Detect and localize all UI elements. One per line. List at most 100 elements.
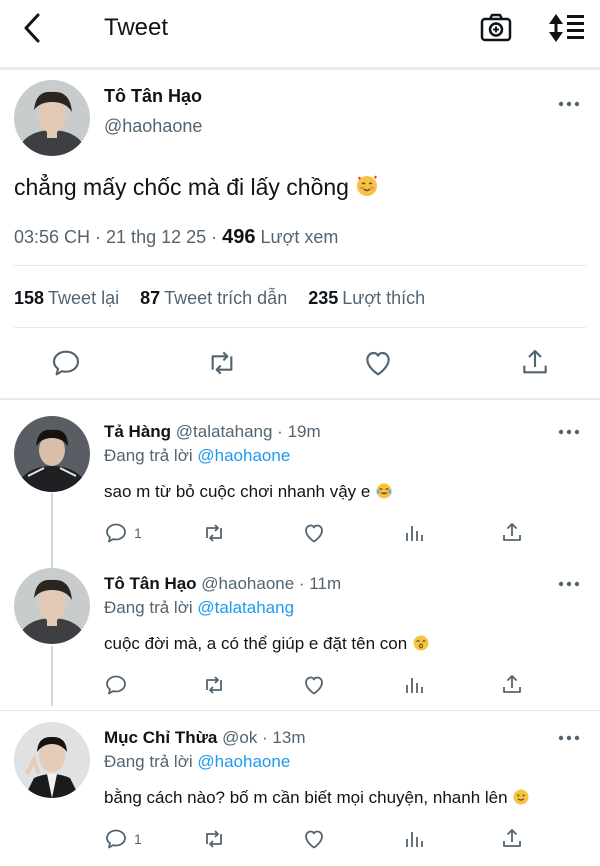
more-icon	[558, 101, 580, 107]
reply-button[interactable]: 1	[104, 826, 142, 852]
replying-to-label: Đang trả lời	[104, 446, 193, 465]
reply-text: sao m từ bỏ cuộc chơi nhanh vậy e	[104, 482, 393, 505]
heart-icon	[305, 676, 323, 695]
quotes-label[interactable]: Tweet trích dẫn	[164, 288, 287, 308]
reply-text: cuộc đời mà, a có thể giúp e đặt tên con	[104, 634, 430, 657]
reply-text-content: bằng cách nào? bố m cần biết mọi chuyện,…	[104, 788, 508, 807]
reply-text-content: cuộc đời mà, a có thể giúp e đặt tên con	[104, 634, 408, 653]
more-icon	[558, 735, 580, 741]
reply-count: 1	[134, 525, 142, 541]
like-button[interactable]	[302, 520, 326, 546]
retweet-icon	[211, 351, 233, 375]
camera-icon	[480, 13, 512, 42]
analytics-button[interactable]	[402, 672, 426, 698]
retweet-icon	[206, 676, 222, 694]
reply-author-name[interactable]: Tả Hàng	[104, 422, 171, 441]
more-button[interactable]	[558, 99, 580, 109]
retweet-button[interactable]	[202, 520, 226, 546]
author-name[interactable]: Tô Tân Hạo	[104, 86, 202, 107]
replying-to-link[interactable]: @talatahang	[197, 598, 294, 617]
likes-count[interactable]: 235	[308, 288, 338, 308]
smiling-face-with-hearts-icon	[355, 174, 379, 204]
reply-author-name[interactable]: Mục Chỉ Thừa	[104, 728, 217, 747]
replying-to: Đang trả lời @haohaone	[104, 752, 290, 772]
main-tweet: Tô Tân Hạo @haohaone chẳng mấy chốc mà đ…	[0, 70, 600, 398]
analytics-button[interactable]	[402, 826, 426, 852]
views-label: Lượt xem	[260, 227, 339, 247]
like-button[interactable]	[362, 347, 394, 379]
share-icon	[523, 349, 547, 374]
avatar[interactable]	[14, 568, 90, 644]
tweet-text-content: chẳng mấy chốc mà đi lấy chồng	[14, 174, 349, 200]
retweet-button[interactable]	[202, 826, 226, 852]
retweet-button[interactable]	[202, 672, 226, 698]
avatar[interactable]	[14, 722, 90, 798]
reply-header: Tô Tân Hạo @haohaone · 11m	[104, 574, 341, 594]
like-button[interactable]	[302, 672, 326, 698]
reply-text-content: sao m từ bỏ cuộc chơi nhanh vậy e	[104, 482, 371, 501]
tweet-time: 03:56 CH · 21 thg 12 25 ·	[14, 227, 218, 247]
avatar[interactable]	[14, 416, 90, 492]
reply-author-meta[interactable]: @talatahang · 19m	[176, 422, 321, 441]
replying-to: Đang trả lời @talatahang	[104, 598, 294, 618]
heart-icon	[305, 830, 323, 849]
reply-author-meta[interactable]: @haohaone · 11m	[201, 574, 341, 593]
quotes-count[interactable]: 87	[140, 288, 160, 308]
reply-icon	[106, 523, 126, 543]
replying-to-link[interactable]: @haohaone	[197, 446, 290, 465]
share-button[interactable]	[500, 672, 524, 698]
more-button[interactable]	[558, 733, 580, 743]
reply-button[interactable]: 1	[104, 520, 142, 546]
share-button[interactable]	[519, 347, 551, 379]
share-icon	[503, 675, 521, 693]
reply-button[interactable]	[104, 672, 134, 698]
page-title: Tweet	[104, 14, 169, 41]
share-icon	[503, 829, 521, 847]
avatar[interactable]	[14, 80, 90, 156]
more-icon	[558, 581, 580, 587]
likes-label[interactable]: Lượt thích	[342, 288, 425, 308]
retweets-label[interactable]: Tweet lại	[48, 288, 119, 308]
reply-icon	[106, 675, 126, 695]
like-button[interactable]	[302, 826, 326, 852]
views-count: 496	[222, 226, 256, 248]
more-button[interactable]	[558, 579, 580, 589]
replying-to: Đang trả lời @haohaone	[104, 446, 290, 466]
analytics-button[interactable]	[402, 520, 426, 546]
slightly-smiling-face-icon	[512, 788, 530, 811]
retweet-icon	[206, 830, 222, 848]
kissing-face-icon	[412, 634, 430, 657]
share-button[interactable]	[500, 520, 524, 546]
reply-count: 1	[134, 831, 142, 847]
retweet-icon	[206, 524, 222, 542]
top-bar: Tweet	[0, 0, 600, 56]
replying-to-link[interactable]: @haohaone	[197, 752, 290, 771]
reply-author-meta[interactable]: @ok · 13m	[222, 728, 305, 747]
share-button[interactable]	[500, 826, 524, 852]
author-handle[interactable]: @haohaone	[104, 116, 202, 137]
divider	[14, 327, 586, 328]
reply-tweet: Mục Chỉ Thừa @ok · 13m Đang trả lời @hao…	[0, 706, 600, 866]
chevron-left-icon	[24, 13, 40, 43]
reply-header: Tả Hàng @talatahang · 19m	[104, 422, 321, 442]
reply-author-name[interactable]: Tô Tân Hạo	[104, 574, 197, 593]
tears-of-joy-icon	[375, 482, 393, 505]
reply-header: Mục Chỉ Thừa @ok · 13m	[104, 728, 306, 748]
heart-icon	[305, 524, 323, 543]
analytics-icon	[406, 526, 423, 541]
back-button[interactable]	[18, 12, 48, 44]
share-icon	[503, 523, 521, 541]
reply-icon	[106, 829, 126, 849]
camera-button[interactable]	[480, 12, 512, 44]
heart-icon	[366, 351, 390, 376]
more-icon	[558, 429, 580, 435]
reply-button[interactable]	[50, 347, 82, 379]
sort-button[interactable]	[546, 12, 586, 44]
retweet-button[interactable]	[206, 347, 238, 379]
reply-tweet: Tả Hàng @talatahang · 19m Đang trả lời @…	[0, 400, 600, 554]
retweets-count[interactable]: 158	[14, 288, 44, 308]
reply-text: bằng cách nào? bố m cần biết mọi chuyện,…	[104, 788, 530, 811]
sort-icon	[549, 14, 584, 42]
more-button[interactable]	[558, 427, 580, 437]
analytics-icon	[406, 832, 423, 847]
